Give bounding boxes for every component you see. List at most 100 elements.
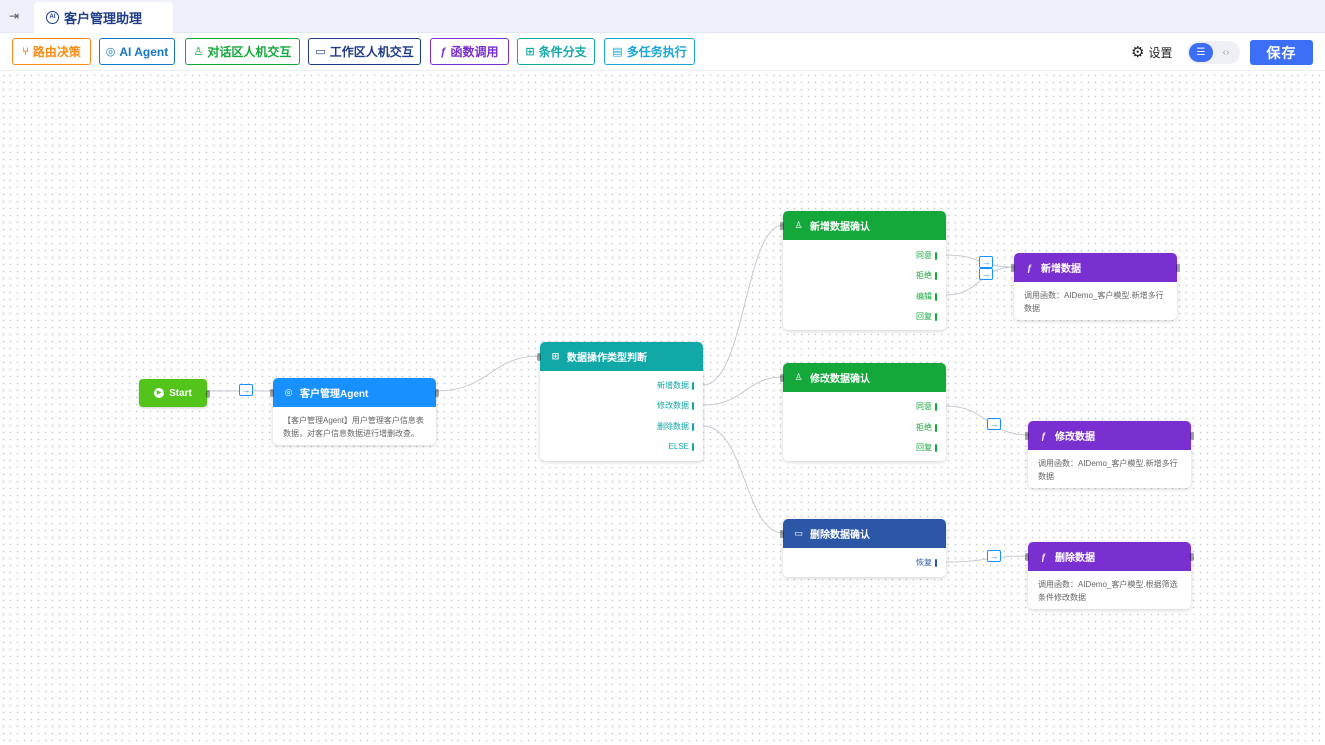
input-port[interactable]	[537, 353, 541, 361]
user-icon: ♙	[794, 220, 803, 230]
function-icon: ƒ	[440, 45, 447, 58]
edge-arrow-icon[interactable]: →	[239, 384, 253, 396]
condition-node-title: 数据操作类型判断	[567, 353, 647, 364]
edge-arrow-icon[interactable]: →	[987, 418, 1001, 430]
condition-output-else[interactable]: ELSE	[669, 442, 694, 451]
start-node[interactable]: ▶ Start	[139, 379, 210, 407]
monitor-icon: ▭	[315, 46, 326, 58]
view-toggle[interactable]: ☰ ‹›	[1187, 41, 1240, 64]
play-icon: ▶	[154, 388, 165, 398]
confirm-edit-output-reply[interactable]: 回复	[916, 442, 937, 453]
input-port[interactable]	[780, 530, 784, 538]
confirm-edit-output-agree[interactable]: 同意	[916, 401, 937, 412]
output-port[interactable]	[1190, 553, 1194, 561]
input-port[interactable]	[780, 374, 784, 382]
condition-output-add[interactable]: 新增数据	[657, 380, 694, 391]
toolbar-button-label: AI Agent	[119, 44, 169, 59]
agent-node-title: 客户管理Agent	[300, 389, 369, 400]
settings-button[interactable]: ⚙ 设置	[1131, 44, 1172, 61]
start-label: Start	[169, 387, 192, 399]
func-add-title: 新增数据	[1041, 264, 1081, 275]
input-port[interactable]	[1025, 553, 1029, 561]
gear-icon: ⚙	[1131, 44, 1145, 61]
agent-node[interactable]: ◎ 客户管理Agent 【客户管理Agent】用户管理客户信息表数据，对客户信息…	[270, 378, 439, 445]
workspace-interaction-button[interactable]: ▭ 工作区人机交互	[308, 38, 421, 65]
func-add-desc: 调用函数：AIDemo_客户模型.新增多行数据	[1024, 291, 1164, 313]
func-delete-node[interactable]: ƒ 删除数据 调用函数：AIDemo_客户模型.根据筛选条件修改数据	[1025, 542, 1194, 609]
tab-title: 客户管理助理	[64, 11, 143, 26]
function-icon: ƒ	[1040, 551, 1046, 562]
func-delete-header: ƒ 删除数据	[1025, 542, 1194, 571]
func-edit-header: ƒ 修改数据	[1025, 421, 1194, 450]
confirm-edit-output-reject[interactable]: 拒绝	[916, 422, 937, 433]
output-port[interactable]	[1176, 264, 1180, 272]
edge-arrow-icon[interactable]: →	[979, 268, 993, 280]
monitor-icon: ▭	[794, 528, 803, 538]
func-edit-node[interactable]: ƒ 修改数据 调用函数：AIDemo_客户模型.新增多行数据	[1025, 421, 1194, 488]
func-delete-desc: 调用函数：AIDemo_客户模型.根据筛选条件修改数据	[1038, 580, 1178, 602]
user-icon: ♙	[193, 46, 204, 58]
chat-interaction-button[interactable]: ♙ 对话区人机交互	[185, 38, 300, 65]
output-port[interactable]	[435, 389, 439, 397]
condition-output-edit[interactable]: 修改数据	[657, 400, 694, 411]
visual-view-icon[interactable]: ☰	[1189, 43, 1213, 62]
tasks-icon: ▤	[612, 46, 623, 58]
multi-task-button[interactable]: ▤ 多任务执行	[604, 38, 695, 65]
confirm-add-output-agree[interactable]: 同意	[916, 250, 937, 261]
output-port[interactable]	[206, 390, 210, 398]
confirm-edit-title: 修改数据确认	[810, 374, 870, 385]
func-delete-title: 删除数据	[1055, 553, 1095, 564]
confirm-add-title: 新增数据确认	[810, 222, 870, 233]
func-add-node[interactable]: ƒ 新增数据 调用函数：AIDemo_客户模型.新增多行数据	[1011, 253, 1180, 320]
func-add-header: ƒ 新增数据	[1011, 253, 1180, 282]
toolbar-button-label: 工作区人机交互	[329, 45, 414, 59]
input-port[interactable]	[1025, 432, 1029, 440]
confirm-delete-title: 删除数据确认	[810, 530, 870, 541]
confirm-edit-node[interactable]: ♙ 修改数据确认 同意 拒绝 回复	[780, 363, 946, 461]
settings-label: 设置	[1148, 46, 1173, 60]
condition-output-delete[interactable]: 删除数据	[657, 421, 694, 432]
function-call-button[interactable]: ƒ 函数调用	[430, 38, 509, 65]
ai-agent-button[interactable]: ◎ AI Agent	[99, 38, 175, 65]
toolbar-button-label: 多任务执行	[626, 45, 687, 59]
ai-brain-icon: ◎	[105, 46, 116, 58]
output-port[interactable]	[1190, 432, 1194, 440]
edge-arrow-icon[interactable]: →	[987, 550, 1001, 562]
input-port[interactable]	[780, 222, 784, 230]
condition-branch-button[interactable]: ⊞ 条件分支	[517, 38, 595, 65]
ai-icon: AI	[46, 11, 59, 24]
code-view-icon[interactable]: ‹›	[1215, 43, 1237, 62]
condition-icon: ⊞	[551, 351, 560, 361]
toolbar: ⑂ 路由决策 ◎ AI Agent ♙ 对话区人机交互 ▭ 工作区人机交互 ƒ 函数调用 ⊞ 条件分支…	[0, 33, 1325, 71]
confirm-add-output-reply[interactable]: 回复	[916, 311, 937, 322]
function-icon: ƒ	[1026, 262, 1032, 273]
condition-node[interactable]: ⊞ 数据操作类型判断 新增数据 修改数据 删除数据 ELSE	[537, 342, 703, 461]
toolbar-button-label: 条件分支	[538, 45, 587, 59]
confirm-delete-node[interactable]: ▭ 删除数据确认 恢复	[780, 519, 946, 577]
confirm-add-output-edit[interactable]: 编辑	[916, 291, 937, 302]
route-decision-button[interactable]: ⑂ 路由决策	[12, 38, 91, 65]
ai-brain-icon: ◎	[284, 387, 293, 397]
sidebar-toggle-icon[interactable]: ⇥	[9, 9, 23, 23]
user-icon: ♙	[794, 372, 803, 382]
edge-arrow-icon[interactable]: →	[979, 256, 993, 268]
confirm-edit-header: ♙ 修改数据确认	[780, 363, 946, 392]
condition-icon: ⊞	[525, 46, 535, 58]
tab-customer-assistant[interactable]: AI 客户管理助理	[34, 2, 173, 33]
confirm-delete-output-restore[interactable]: 恢复	[916, 557, 937, 568]
input-port[interactable]	[1011, 264, 1015, 272]
func-edit-title: 修改数据	[1055, 432, 1095, 443]
input-port[interactable]	[270, 389, 274, 397]
branch-icon: ⑂	[22, 45, 29, 58]
condition-node-header: ⊞ 数据操作类型判断	[537, 342, 703, 371]
confirm-add-node[interactable]: ♙ 新增数据确认 同意 拒绝 编辑 回复	[780, 211, 946, 330]
toolbar-button-label: 对话区人机交互	[207, 45, 292, 59]
agent-node-desc: 【客户管理Agent】用户管理客户信息表数据，对客户信息数据进行增删改查。	[283, 416, 424, 438]
toolbar-button-label: 路由决策	[32, 45, 81, 59]
confirm-add-output-reject[interactable]: 拒绝	[916, 270, 937, 281]
toolbar-button-label: 函数调用	[450, 45, 499, 59]
agent-node-header: ◎ 客户管理Agent	[270, 378, 439, 407]
save-button[interactable]: 保存	[1250, 40, 1313, 65]
function-icon: ƒ	[1040, 430, 1046, 441]
confirm-add-header: ♙ 新增数据确认	[780, 211, 946, 240]
